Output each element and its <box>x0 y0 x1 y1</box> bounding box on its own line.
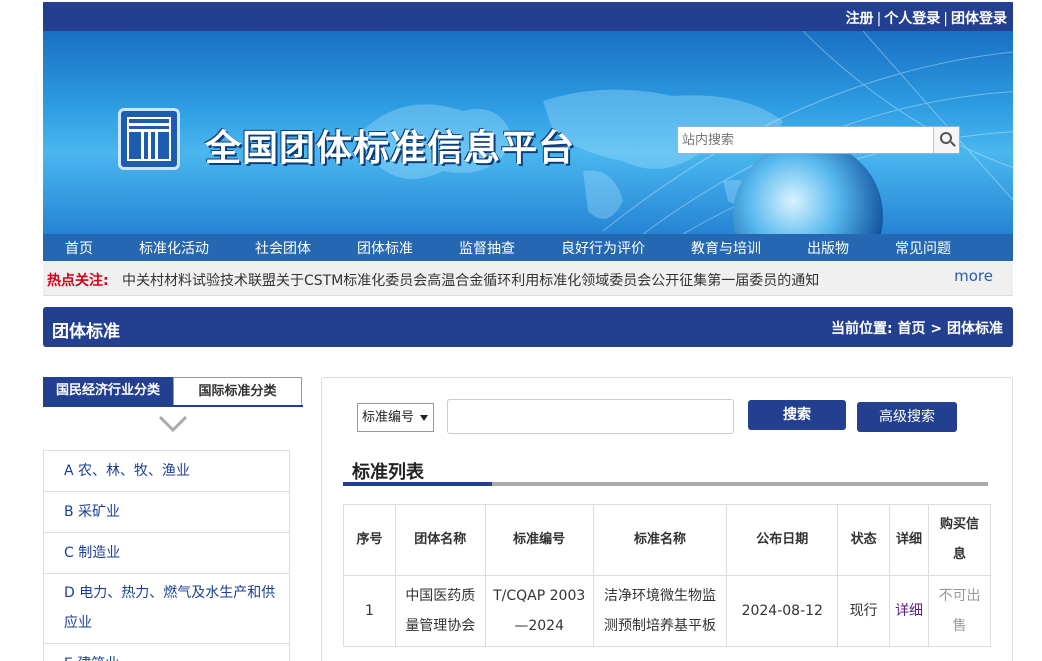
sidebar-tabs: 国民经济行业分类 国际标准分类 <box>43 377 303 407</box>
divider <box>43 405 303 407</box>
breadcrumb: 当前位置: 首页 > 团体标准 <box>831 321 1003 337</box>
account-links: 注册 | 个人登录 | 团体登录 <box>846 8 1007 28</box>
category-list: A 农、林、牧、渔业 B 采矿业 C 制造业 D 电力、热力、燃气及水生产和供应… <box>43 450 290 661</box>
tab-international[interactable]: 国际标准分类 <box>173 377 302 407</box>
column-header: 公布日期 <box>726 504 839 576</box>
column-header: 序号 <box>343 504 396 576</box>
category-item-c[interactable]: C 制造业 <box>44 533 289 574</box>
standard-search-input[interactable] <box>447 399 734 434</box>
divider: | <box>943 11 948 27</box>
category-item-e[interactable]: E 建筑业 <box>44 644 289 661</box>
column-header: 状态 <box>837 504 891 576</box>
header-banner: 全国团体标准信息平台 <box>43 31 1013 234</box>
nav-item-education[interactable]: 教育与培训 <box>691 238 761 258</box>
row-standard-name: 洁净环境微生物监测预制培养基平板 <box>592 575 728 647</box>
row-status: 现行 <box>837 575 891 647</box>
column-header: 详细 <box>889 504 930 576</box>
chevron-down-icon <box>158 415 188 433</box>
site-title: 全国团体标准信息平台 <box>205 128 576 169</box>
platform-logo <box>118 108 180 170</box>
column-header: 标准名称 <box>592 504 728 576</box>
nav-item-standardization[interactable]: 标准化活动 <box>139 238 209 258</box>
table-header-row: 序号 团体名称 标准编号 标准名称 公布日期 状态 详细 购买信息 <box>343 504 991 576</box>
hot-topics-news-link[interactable]: 中关村材料试验技术联盟关于CSTM标准化委员会高温合金循环利用标准化领域委员会公… <box>122 270 819 290</box>
nav-item-publications[interactable]: 出版物 <box>807 238 849 258</box>
site-search-button[interactable] <box>933 127 959 153</box>
main-nav: 首页 标准化活动 社会团体 团体标准 监督抽查 良好行为评价 教育与培训 出版物… <box>43 234 1013 261</box>
nav-item-good-conduct[interactable]: 良好行为评价 <box>561 238 645 258</box>
row-publish-date: 2024-08-12 <box>726 575 839 647</box>
column-header: 团体名称 <box>394 504 486 576</box>
nav-item-faq[interactable]: 常见问题 <box>895 238 951 258</box>
divider: | <box>876 11 882 27</box>
nav-item-social-groups[interactable]: 社会团体 <box>255 238 311 258</box>
nav-item-home[interactable]: 首页 <box>65 238 93 258</box>
page-title: 团体标准 <box>52 322 120 342</box>
site-search <box>677 126 960 154</box>
row-standard-code: T/CQAP 2003—2024 <box>484 575 594 647</box>
column-header: 标准编号 <box>484 504 594 576</box>
row-organization: 中国医药质量管理协会 <box>394 575 486 647</box>
group-login-link[interactable]: 团体登录 <box>951 11 1007 27</box>
advanced-search-button[interactable]: 高级搜索 <box>857 402 957 432</box>
column-header: 购买信息 <box>928 504 991 576</box>
list-title: 标准列表 <box>352 462 424 483</box>
row-purchase-info: 不可出售 <box>928 575 991 647</box>
row-detail-link[interactable]: 详细 <box>889 575 930 647</box>
category-item-a[interactable]: A 农、林、牧、渔业 <box>44 451 289 492</box>
site-search-input[interactable] <box>678 127 934 153</box>
register-link[interactable]: 注册 <box>846 11 874 27</box>
standards-panel: 标准编号 搜索 高级搜索 标准列表 序号 团体名称 标准编号 标准名称 公布日期… <box>321 377 1013 661</box>
nav-item-group-standards[interactable]: 团体标准 <box>357 238 413 258</box>
personal-login-link[interactable]: 个人登录 <box>884 11 940 27</box>
category-item-d[interactable]: D 电力、热力、燃气及水生产和供应业 <box>44 574 289 644</box>
search-field-select[interactable]: 标准编号 <box>357 403 434 432</box>
tab-national-economy[interactable]: 国民经济行业分类 <box>43 377 173 407</box>
search-field-select-value: 标准编号 <box>362 410 415 425</box>
top-bar: 注册 | 个人登录 | 团体登录 <box>43 2 1013 31</box>
chevron-down-icon <box>420 415 428 421</box>
section-header: 团体标准 当前位置: 首页 > 团体标准 <box>43 307 1013 347</box>
hot-topics-bar: 热点关注: 中关村材料试验技术联盟关于CSTM标准化委员会高温合金循环利用标准化… <box>43 261 1013 296</box>
list-title-rule <box>343 482 988 486</box>
nav-item-supervision[interactable]: 监督抽查 <box>459 238 515 258</box>
hot-topics-label: 热点关注: <box>47 273 109 289</box>
category-item-b[interactable]: B 采矿业 <box>44 492 289 533</box>
standards-table: 序号 团体名称 标准编号 标准名称 公布日期 状态 详细 购买信息 1 中国医药… <box>343 504 991 647</box>
table-row: 1 中国医药质量管理协会 T/CQAP 2003—2024 洁净环境微生物监测预… <box>343 575 991 647</box>
search-button[interactable]: 搜索 <box>748 400 846 430</box>
more-link[interactable]: more <box>954 267 993 285</box>
row-index: 1 <box>343 575 396 647</box>
